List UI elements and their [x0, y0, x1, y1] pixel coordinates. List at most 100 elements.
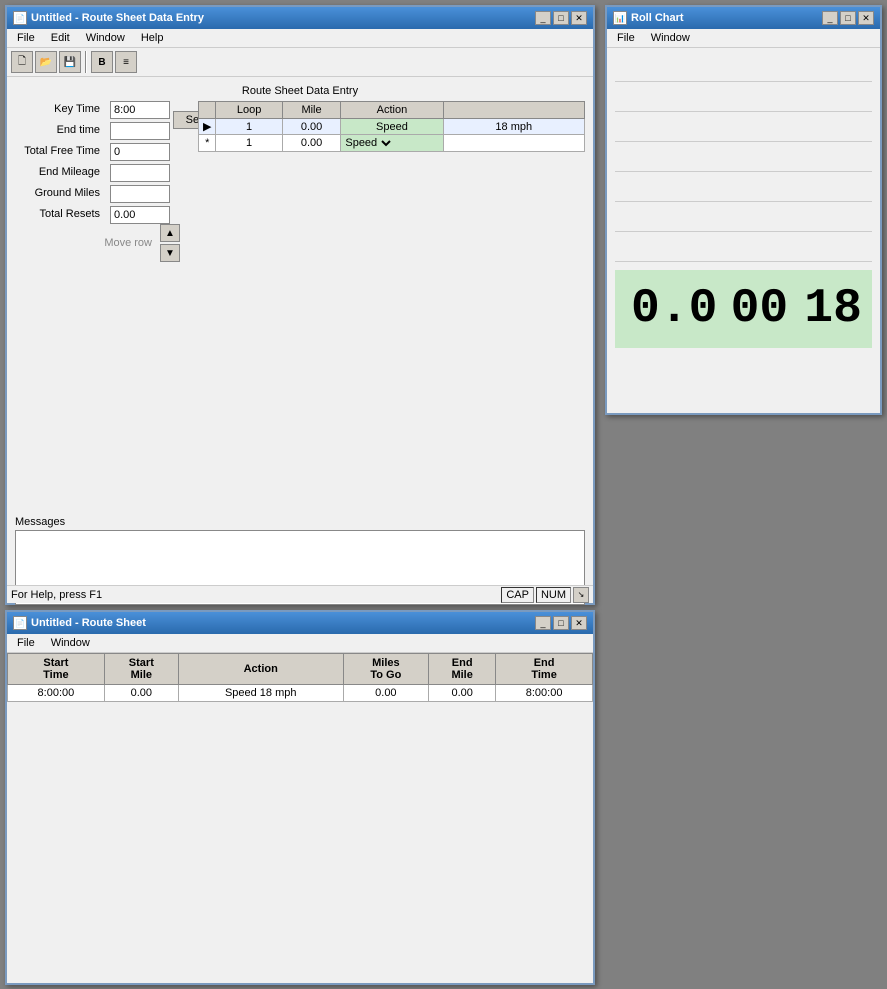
route-title-text: Untitled - Route Sheet [31, 617, 146, 629]
list-button[interactable]: ≡ [115, 51, 137, 73]
route-title-buttons: _ □ ✕ [535, 616, 587, 630]
maximize-button[interactable]: □ [553, 11, 569, 25]
route-title-bar: 📄 Untitled - Route Sheet _ □ ✕ [7, 612, 593, 634]
right-panel: Loop Mile Action ▶ 1 0.00 Speed 18 mph [198, 101, 585, 262]
menu-window[interactable]: Window [78, 30, 133, 46]
main-window: 📄 Untitled - Route Sheet Data Entry _ □ … [5, 5, 595, 605]
roll-menu-file[interactable]: File [609, 30, 643, 46]
route-close-button[interactable]: ✕ [571, 616, 587, 630]
data-table: Loop Mile Action ▶ 1 0.00 Speed 18 mph [198, 101, 585, 152]
roll-title-left: 📊 Roll Chart [613, 11, 684, 25]
total-resets-input[interactable] [110, 206, 170, 224]
ground-miles-input[interactable] [110, 185, 170, 203]
roll-line-6 [615, 202, 872, 232]
left-panel: Key Time End time Total Free Time End Mi… [15, 101, 190, 262]
speed-dropdown: Speed ▼ [345, 136, 438, 150]
bold-button[interactable]: B [91, 51, 113, 73]
main-title-bar: 📄 Untitled - Route Sheet Data Entry _ □ … [7, 7, 593, 29]
row-detail-1: 18 mph [443, 119, 584, 135]
route-maximize-button[interactable]: □ [553, 616, 569, 630]
toolbar-separator [85, 51, 87, 73]
route-sheet-window: 📄 Untitled - Route Sheet _ □ ✕ File Wind… [5, 610, 595, 985]
menu-help[interactable]: Help [133, 30, 172, 46]
roll-title-buttons: _ □ ✕ [822, 11, 874, 25]
route-menu-window[interactable]: Window [43, 635, 98, 651]
route-col-start-mile: StartMile [104, 654, 178, 685]
roll-display: 0.0 00 18 [615, 270, 872, 348]
new-button[interactable]: 🗋 [11, 51, 33, 73]
move-up-button[interactable]: ▲ [160, 224, 180, 242]
route-col-action: Action [178, 654, 343, 685]
menu-file[interactable]: File [9, 30, 43, 46]
route-table: StartTime StartMile Action MilesTo Go En… [7, 653, 593, 702]
route-table-row: 8:00:00 0.00 Speed 18 mph 0.00 0.00 8:00… [8, 685, 593, 702]
roll-line-2 [615, 82, 872, 112]
total-free-time-input[interactable] [110, 143, 170, 161]
route-menu-file[interactable]: File [9, 635, 43, 651]
route-col-start-time: StartTime [8, 654, 105, 685]
table-row: * 1 0.00 Speed ▼ [199, 135, 585, 152]
open-button[interactable]: 📂 [35, 51, 57, 73]
save-button[interactable]: 💾 [59, 51, 81, 73]
route-table-area: StartTime StartMile Action MilesTo Go En… [7, 653, 593, 969]
move-buttons: ▲ ▼ [160, 224, 180, 262]
route-end-time-1: 8:00:00 [496, 685, 593, 702]
form-grid: Key Time End time Total Free Time End Mi… [15, 101, 190, 224]
row-loop-2: 1 [216, 135, 282, 152]
roll-line-1 [615, 52, 872, 82]
status-indicators: CAP NUM ↘ [501, 587, 589, 603]
key-time-input[interactable] [110, 101, 170, 119]
num-indicator: NUM [536, 587, 571, 603]
route-miles-to-go-1: 0.00 [343, 685, 429, 702]
main-content-area: Route Sheet Data Entry Key Time End time… [7, 77, 593, 613]
route-title-left: 📄 Untitled - Route Sheet [13, 616, 146, 630]
route-col-miles-to-go: MilesTo Go [343, 654, 429, 685]
roll-maximize-button[interactable]: □ [840, 11, 856, 25]
roll-line-5 [615, 172, 872, 202]
speed-label: Speed [345, 137, 377, 149]
table-row: ▶ 1 0.00 Speed 18 mph [199, 119, 585, 135]
col-loop: Loop [216, 102, 282, 119]
minimize-button[interactable]: _ [535, 11, 551, 25]
main-toolbar: 🗋 📂 💾 B ≡ [7, 48, 593, 77]
route-col-end-mile: EndMile [429, 654, 496, 685]
move-down-button[interactable]: ▼ [160, 244, 180, 262]
roll-close-button[interactable]: ✕ [858, 11, 874, 25]
move-row-section: Move row ▲ ▼ [15, 224, 190, 262]
roll-lines-area [615, 52, 872, 262]
roll-minimize-button[interactable]: _ [822, 11, 838, 25]
menu-edit[interactable]: Edit [43, 30, 78, 46]
roll-value-3: 18 [796, 278, 864, 340]
end-mileage-label: End Mileage [15, 164, 104, 182]
close-button[interactable]: ✕ [571, 11, 587, 25]
row-mile-1: 0.00 [282, 119, 341, 135]
end-mileage-input[interactable] [110, 164, 170, 182]
status-resize-btn[interactable]: ↘ [573, 587, 589, 603]
col-action: Action [341, 102, 443, 119]
route-action-1: Speed 18 mph [178, 685, 343, 702]
roll-value-1: 0.0 [623, 278, 717, 340]
col-mile: Mile [282, 102, 341, 119]
main-menu-bar: File Edit Window Help [7, 29, 593, 48]
row-action-1[interactable]: Speed [341, 119, 443, 135]
messages-label: Messages [15, 516, 585, 528]
row-action-2[interactable]: Speed ▼ [341, 135, 443, 152]
status-help-text: For Help, press F1 [11, 589, 501, 601]
roll-line-7 [615, 232, 872, 262]
roll-menu-window[interactable]: Window [643, 30, 698, 46]
roll-chart-window: 📊 Roll Chart _ □ ✕ File Window 0.0 00 18 [605, 5, 882, 415]
end-time-label: End time [15, 122, 104, 140]
roll-title-bar: 📊 Roll Chart _ □ ✕ [607, 7, 880, 29]
route-window-icon: 📄 [13, 616, 27, 630]
row-detail-2 [443, 135, 584, 152]
col-detail [443, 102, 584, 119]
route-minimize-button[interactable]: _ [535, 616, 551, 630]
action-select[interactable]: ▼ [378, 136, 394, 150]
status-bar: For Help, press F1 CAP NUM ↘ [7, 585, 593, 603]
route-col-end-time: EndTime [496, 654, 593, 685]
key-time-label: Key Time [15, 101, 104, 119]
roll-window-icon: 📊 [613, 11, 627, 25]
route-start-mile-1: 0.00 [104, 685, 178, 702]
end-time-input[interactable] [110, 122, 170, 140]
main-title-buttons: _ □ ✕ [535, 11, 587, 25]
